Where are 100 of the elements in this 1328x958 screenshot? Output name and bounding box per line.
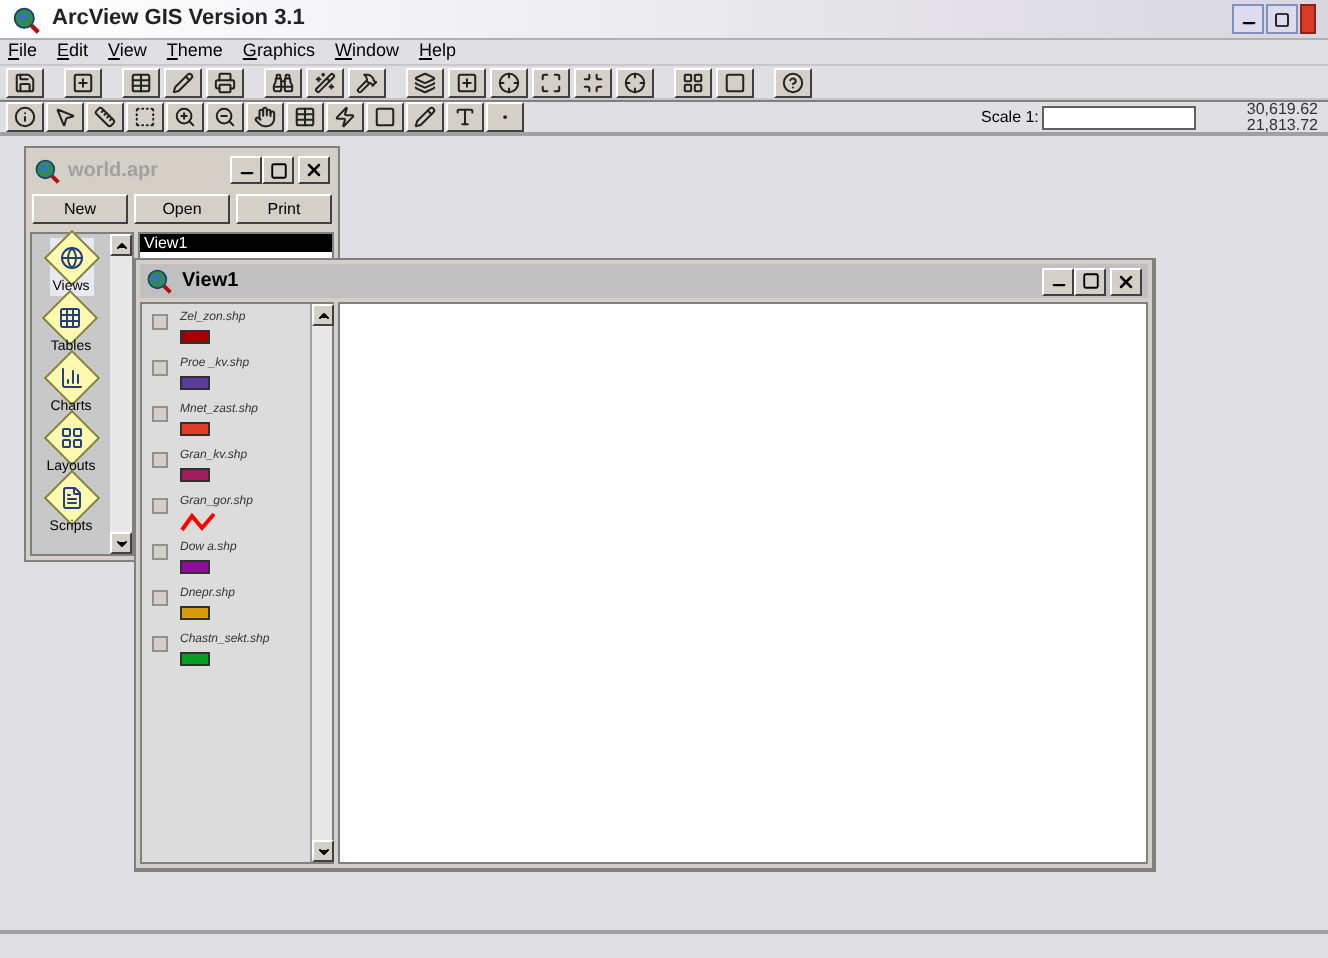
scroll-down-button[interactable] xyxy=(312,840,334,862)
save-button[interactable] xyxy=(6,67,44,97)
theme-checkbox[interactable] xyxy=(152,406,168,422)
info-icon xyxy=(14,106,36,128)
hammer-icon xyxy=(356,71,378,93)
maximize-button[interactable] xyxy=(1074,267,1106,295)
wand-icon xyxy=(314,71,336,93)
restore-button[interactable] xyxy=(1266,4,1298,34)
add-button[interactable] xyxy=(64,67,102,97)
up-arrow-icon xyxy=(113,237,129,253)
theme-checkbox[interactable] xyxy=(152,590,168,606)
coordinate-readout: 30,619.62 xyxy=(1246,101,1318,117)
layers-button[interactable] xyxy=(406,67,444,97)
table-icon xyxy=(294,106,316,128)
restore-icon xyxy=(1274,11,1290,27)
text-tool-button[interactable] xyxy=(446,102,484,132)
maximize-button[interactable] xyxy=(262,156,294,184)
theme-checkbox[interactable] xyxy=(152,452,168,468)
plus-square-icon xyxy=(72,71,94,93)
ruler-icon xyxy=(94,106,116,128)
down-arrow-icon xyxy=(113,535,129,551)
select-button[interactable] xyxy=(126,102,164,132)
shrink-corners-icon xyxy=(582,71,604,93)
zoom-in-button[interactable] xyxy=(166,102,204,132)
theme-checkbox[interactable] xyxy=(152,544,168,560)
vertex-button[interactable] xyxy=(366,102,404,132)
scrollbar[interactable] xyxy=(110,234,132,554)
lightning-icon xyxy=(334,106,356,128)
wand-button[interactable] xyxy=(306,67,344,97)
pencil-button[interactable] xyxy=(164,67,202,97)
menu-item[interactable]: File xyxy=(8,38,38,66)
crosshair-button[interactable] xyxy=(490,67,528,97)
menu-item[interactable]: Help xyxy=(418,38,456,66)
table-button[interactable] xyxy=(122,67,160,97)
menu-item[interactable]: Window xyxy=(334,38,399,66)
hammer-button[interactable] xyxy=(348,67,386,97)
find-button[interactable] xyxy=(264,67,302,97)
close-icon xyxy=(304,160,324,180)
scroll-up-button[interactable] xyxy=(110,234,132,256)
info-button[interactable] xyxy=(6,102,44,132)
print-button[interactable] xyxy=(206,67,244,97)
zoom-out-icon xyxy=(214,106,236,128)
document-item[interactable]: View1 xyxy=(140,234,332,252)
pencil-icon xyxy=(172,71,194,93)
close-icon xyxy=(1116,271,1136,291)
menu-item[interactable]: Edit xyxy=(57,38,89,66)
down-arrow-icon xyxy=(315,843,331,859)
printer-icon xyxy=(214,71,236,93)
scale-field[interactable] xyxy=(1042,105,1197,129)
pointer-icon xyxy=(54,106,76,128)
pointer-button[interactable] xyxy=(46,102,84,132)
layers-icon xyxy=(414,71,436,93)
square-icon xyxy=(724,71,746,93)
expand-corners-icon xyxy=(540,71,562,93)
crosshair-button[interactable] xyxy=(616,67,654,97)
project-button[interactable]: Open xyxy=(134,194,230,224)
zoom-selected-button[interactable] xyxy=(574,67,612,97)
point-tool-button[interactable] xyxy=(486,102,524,132)
grid-icon xyxy=(682,71,704,93)
theme-checkbox[interactable] xyxy=(152,360,168,376)
frame-button[interactable] xyxy=(716,67,754,97)
pencil-icon xyxy=(414,106,436,128)
theme-checkbox[interactable] xyxy=(152,314,168,330)
hotlink-button[interactable] xyxy=(326,102,364,132)
dashed-square-icon xyxy=(134,106,156,128)
hand-icon xyxy=(254,106,276,128)
scroll-down-button[interactable] xyxy=(110,532,132,554)
view-title: View1 xyxy=(182,268,239,296)
project-button[interactable]: New xyxy=(32,194,128,224)
project-button[interactable]: Print xyxy=(236,194,332,224)
help-icon xyxy=(782,71,804,93)
minimize-button[interactable] xyxy=(1232,4,1264,34)
coordinate-readout: 21,813.72 xyxy=(1246,117,1318,133)
measure-button[interactable] xyxy=(86,102,124,132)
globe-magnifier-icon xyxy=(12,5,40,33)
maximize-icon xyxy=(269,161,287,179)
menu-item[interactable]: View xyxy=(108,38,147,66)
text-icon xyxy=(454,106,476,128)
globe-magnifier-icon xyxy=(146,268,172,294)
scrollbar[interactable] xyxy=(310,304,332,862)
help-button[interactable] xyxy=(774,67,812,97)
up-arrow-icon xyxy=(315,307,331,323)
globe-magnifier-icon xyxy=(34,157,60,183)
pan-button[interactable] xyxy=(246,102,284,132)
theme-checkbox[interactable] xyxy=(152,498,168,514)
scroll-up-button[interactable] xyxy=(312,304,334,326)
crosshair-icon xyxy=(498,71,520,93)
scale-label: Scale 1: xyxy=(981,105,1039,129)
binoculars-icon xyxy=(272,71,294,93)
theme-checkbox[interactable] xyxy=(152,636,168,652)
maximize-icon xyxy=(1081,272,1099,290)
zoom-out-button[interactable] xyxy=(206,102,244,132)
draw-button[interactable] xyxy=(406,102,444,132)
window-title: ArcView GIS Version 3.1 xyxy=(52,4,305,35)
zoom-extent-button[interactable] xyxy=(532,67,570,97)
menu-item[interactable]: Theme xyxy=(166,38,223,66)
grid-button[interactable] xyxy=(674,67,712,97)
label-button[interactable] xyxy=(286,102,324,132)
add-button[interactable] xyxy=(448,67,486,97)
menu-item[interactable]: Graphics xyxy=(242,38,315,66)
